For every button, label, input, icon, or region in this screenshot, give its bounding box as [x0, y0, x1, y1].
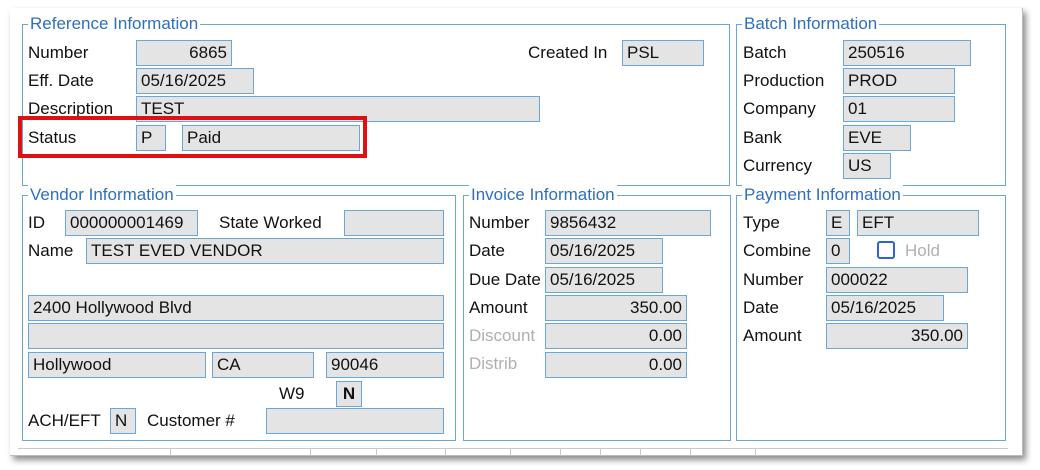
company-label: Company: [743, 99, 816, 118]
payment-information-title: Payment Information: [742, 185, 903, 205]
payment-type-label: Type: [743, 213, 780, 232]
divider: [755, 448, 756, 456]
divider: [170, 448, 171, 456]
divider: [690, 448, 691, 456]
hold-label: Hold: [905, 241, 940, 260]
customer-number-label: Customer #: [147, 411, 235, 430]
discount-field[interactable]: 0.00: [545, 323, 687, 349]
divider: [376, 448, 377, 456]
payment-amount-field[interactable]: 350.00: [826, 323, 968, 349]
reference-information-title: Reference Information: [28, 14, 201, 34]
due-date-field[interactable]: 05/16/2025: [545, 267, 663, 293]
divider: [310, 448, 311, 456]
state-worked-label: State Worked: [219, 213, 322, 232]
address-line3-field[interactable]: [28, 323, 444, 349]
discount-label: Discount: [469, 326, 536, 345]
vendor-id-field[interactable]: 000000001469: [65, 210, 198, 236]
reference-number-label: Number: [28, 43, 89, 62]
eff-date-field[interactable]: 05/16/2025: [136, 68, 254, 94]
combine-field[interactable]: 0: [826, 238, 850, 264]
created-in-field[interactable]: PSL: [622, 40, 704, 66]
state-field[interactable]: CA: [212, 352, 314, 378]
distrib-label: Distrib: [469, 354, 518, 373]
batch-field[interactable]: 250516: [843, 40, 971, 66]
payment-number-label: Number: [743, 270, 804, 289]
bank-label: Bank: [743, 128, 782, 147]
production-label: Production: [743, 71, 825, 90]
payment-date-label: Date: [743, 298, 779, 317]
state-worked-field[interactable]: [344, 210, 444, 236]
address-line2-field[interactable]: 2400 Hollywood Blvd: [28, 295, 444, 321]
distrib-field[interactable]: 0.00: [545, 352, 687, 378]
invoice-date-field[interactable]: 05/16/2025: [545, 238, 663, 264]
bank-field[interactable]: EVE: [843, 125, 911, 151]
divider: [560, 448, 561, 456]
divider: [600, 448, 601, 456]
city-field[interactable]: Hollywood: [28, 352, 206, 378]
divider: [445, 448, 446, 456]
payment-number-field[interactable]: 000022: [826, 267, 968, 293]
eff-date-label: Eff. Date: [28, 71, 94, 90]
vendor-information-title: Vendor Information: [28, 185, 176, 205]
vendor-name-label: Name: [28, 241, 74, 260]
batch-information-title: Batch Information: [742, 14, 880, 34]
status-highlight-box: [18, 116, 367, 158]
divider: [640, 448, 641, 456]
payment-amount-label: Amount: [743, 326, 802, 345]
w9-field[interactable]: N: [336, 381, 362, 407]
vendor-name-field[interactable]: TEST EVED VENDOR: [86, 238, 444, 264]
currency-label: Currency: [743, 156, 812, 175]
customer-number-field[interactable]: [266, 408, 444, 434]
combine-label: Combine: [743, 241, 812, 260]
invoice-amount-field[interactable]: 350.00: [545, 295, 687, 321]
company-field[interactable]: 01: [843, 96, 955, 122]
w9-label: W9: [279, 384, 305, 403]
production-field[interactable]: PROD: [843, 68, 955, 94]
zip-field[interactable]: 90046: [326, 352, 444, 378]
invoice-number-field[interactable]: 9856432: [545, 210, 711, 236]
reference-number-field[interactable]: 6865: [136, 40, 232, 66]
created-in-label: Created In: [528, 43, 608, 62]
invoice-amount-label: Amount: [469, 298, 528, 317]
vendor-id-label: ID: [28, 213, 45, 232]
invoice-number-label: Number: [469, 213, 530, 232]
address-line1-field[interactable]: [28, 266, 444, 292]
currency-field[interactable]: US: [843, 153, 891, 179]
bottom-toolbar-edge: [18, 448, 1008, 456]
due-date-label: Due Date: [469, 270, 541, 289]
ach-eft-label: ACH/EFT: [28, 411, 101, 430]
payment-type-text-field[interactable]: EFT: [857, 210, 979, 236]
batch-label: Batch: [743, 43, 787, 62]
payment-type-code-field[interactable]: E: [826, 210, 850, 236]
invoice-information-title: Invoice Information: [469, 185, 617, 205]
invoice-date-label: Date: [469, 241, 505, 260]
ach-eft-field[interactable]: N: [110, 408, 136, 434]
divider: [510, 448, 511, 456]
payment-date-field[interactable]: 05/16/2025: [826, 295, 944, 321]
hold-checkbox[interactable]: [877, 241, 895, 259]
